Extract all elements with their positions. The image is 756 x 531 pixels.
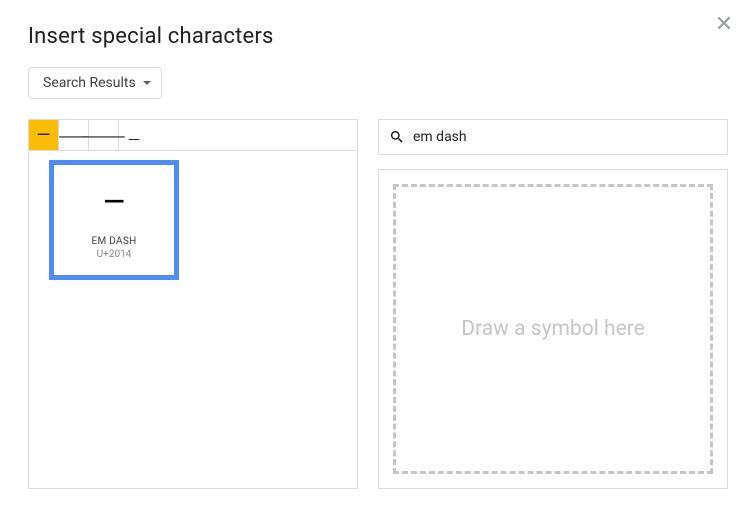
glyph-row: — ⸺ ⸻ ﹘ bbox=[29, 120, 357, 151]
panels: — ⸺ ⸻ ﹘ — EM DASH U+2014 Draw a symbol h… bbox=[28, 119, 728, 489]
character-preview: — EM DASH U+2014 bbox=[49, 160, 179, 280]
close-button[interactable]: ✕ bbox=[710, 10, 738, 38]
right-panel: Draw a symbol here bbox=[378, 119, 728, 489]
dialog-title: Insert special characters bbox=[28, 24, 274, 49]
chevron-down-icon bbox=[143, 81, 151, 85]
close-icon: ✕ bbox=[715, 12, 733, 37]
category-dropdown[interactable]: Search Results bbox=[28, 67, 162, 99]
glyph-cell[interactable]: — bbox=[29, 120, 59, 150]
dialog-header: Insert special characters bbox=[28, 24, 728, 49]
search-icon bbox=[389, 129, 405, 145]
category-label: Search Results bbox=[43, 75, 136, 91]
preview-glyph: — bbox=[103, 185, 125, 218]
preview-codepoint: U+2014 bbox=[97, 249, 132, 260]
search-input[interactable] bbox=[413, 129, 717, 145]
glyph-cell[interactable]: ⸻ bbox=[89, 120, 119, 150]
draw-canvas[interactable]: Draw a symbol here bbox=[393, 184, 713, 474]
draw-panel-outer: Draw a symbol here bbox=[378, 169, 728, 489]
results-panel: — ⸺ ⸻ ﹘ — EM DASH U+2014 bbox=[28, 119, 358, 489]
glyph-cell[interactable]: ﹘ bbox=[119, 120, 149, 150]
preview-name: EM DASH bbox=[91, 236, 136, 247]
draw-prompt: Draw a symbol here bbox=[461, 317, 645, 341]
search-box[interactable] bbox=[378, 119, 728, 155]
